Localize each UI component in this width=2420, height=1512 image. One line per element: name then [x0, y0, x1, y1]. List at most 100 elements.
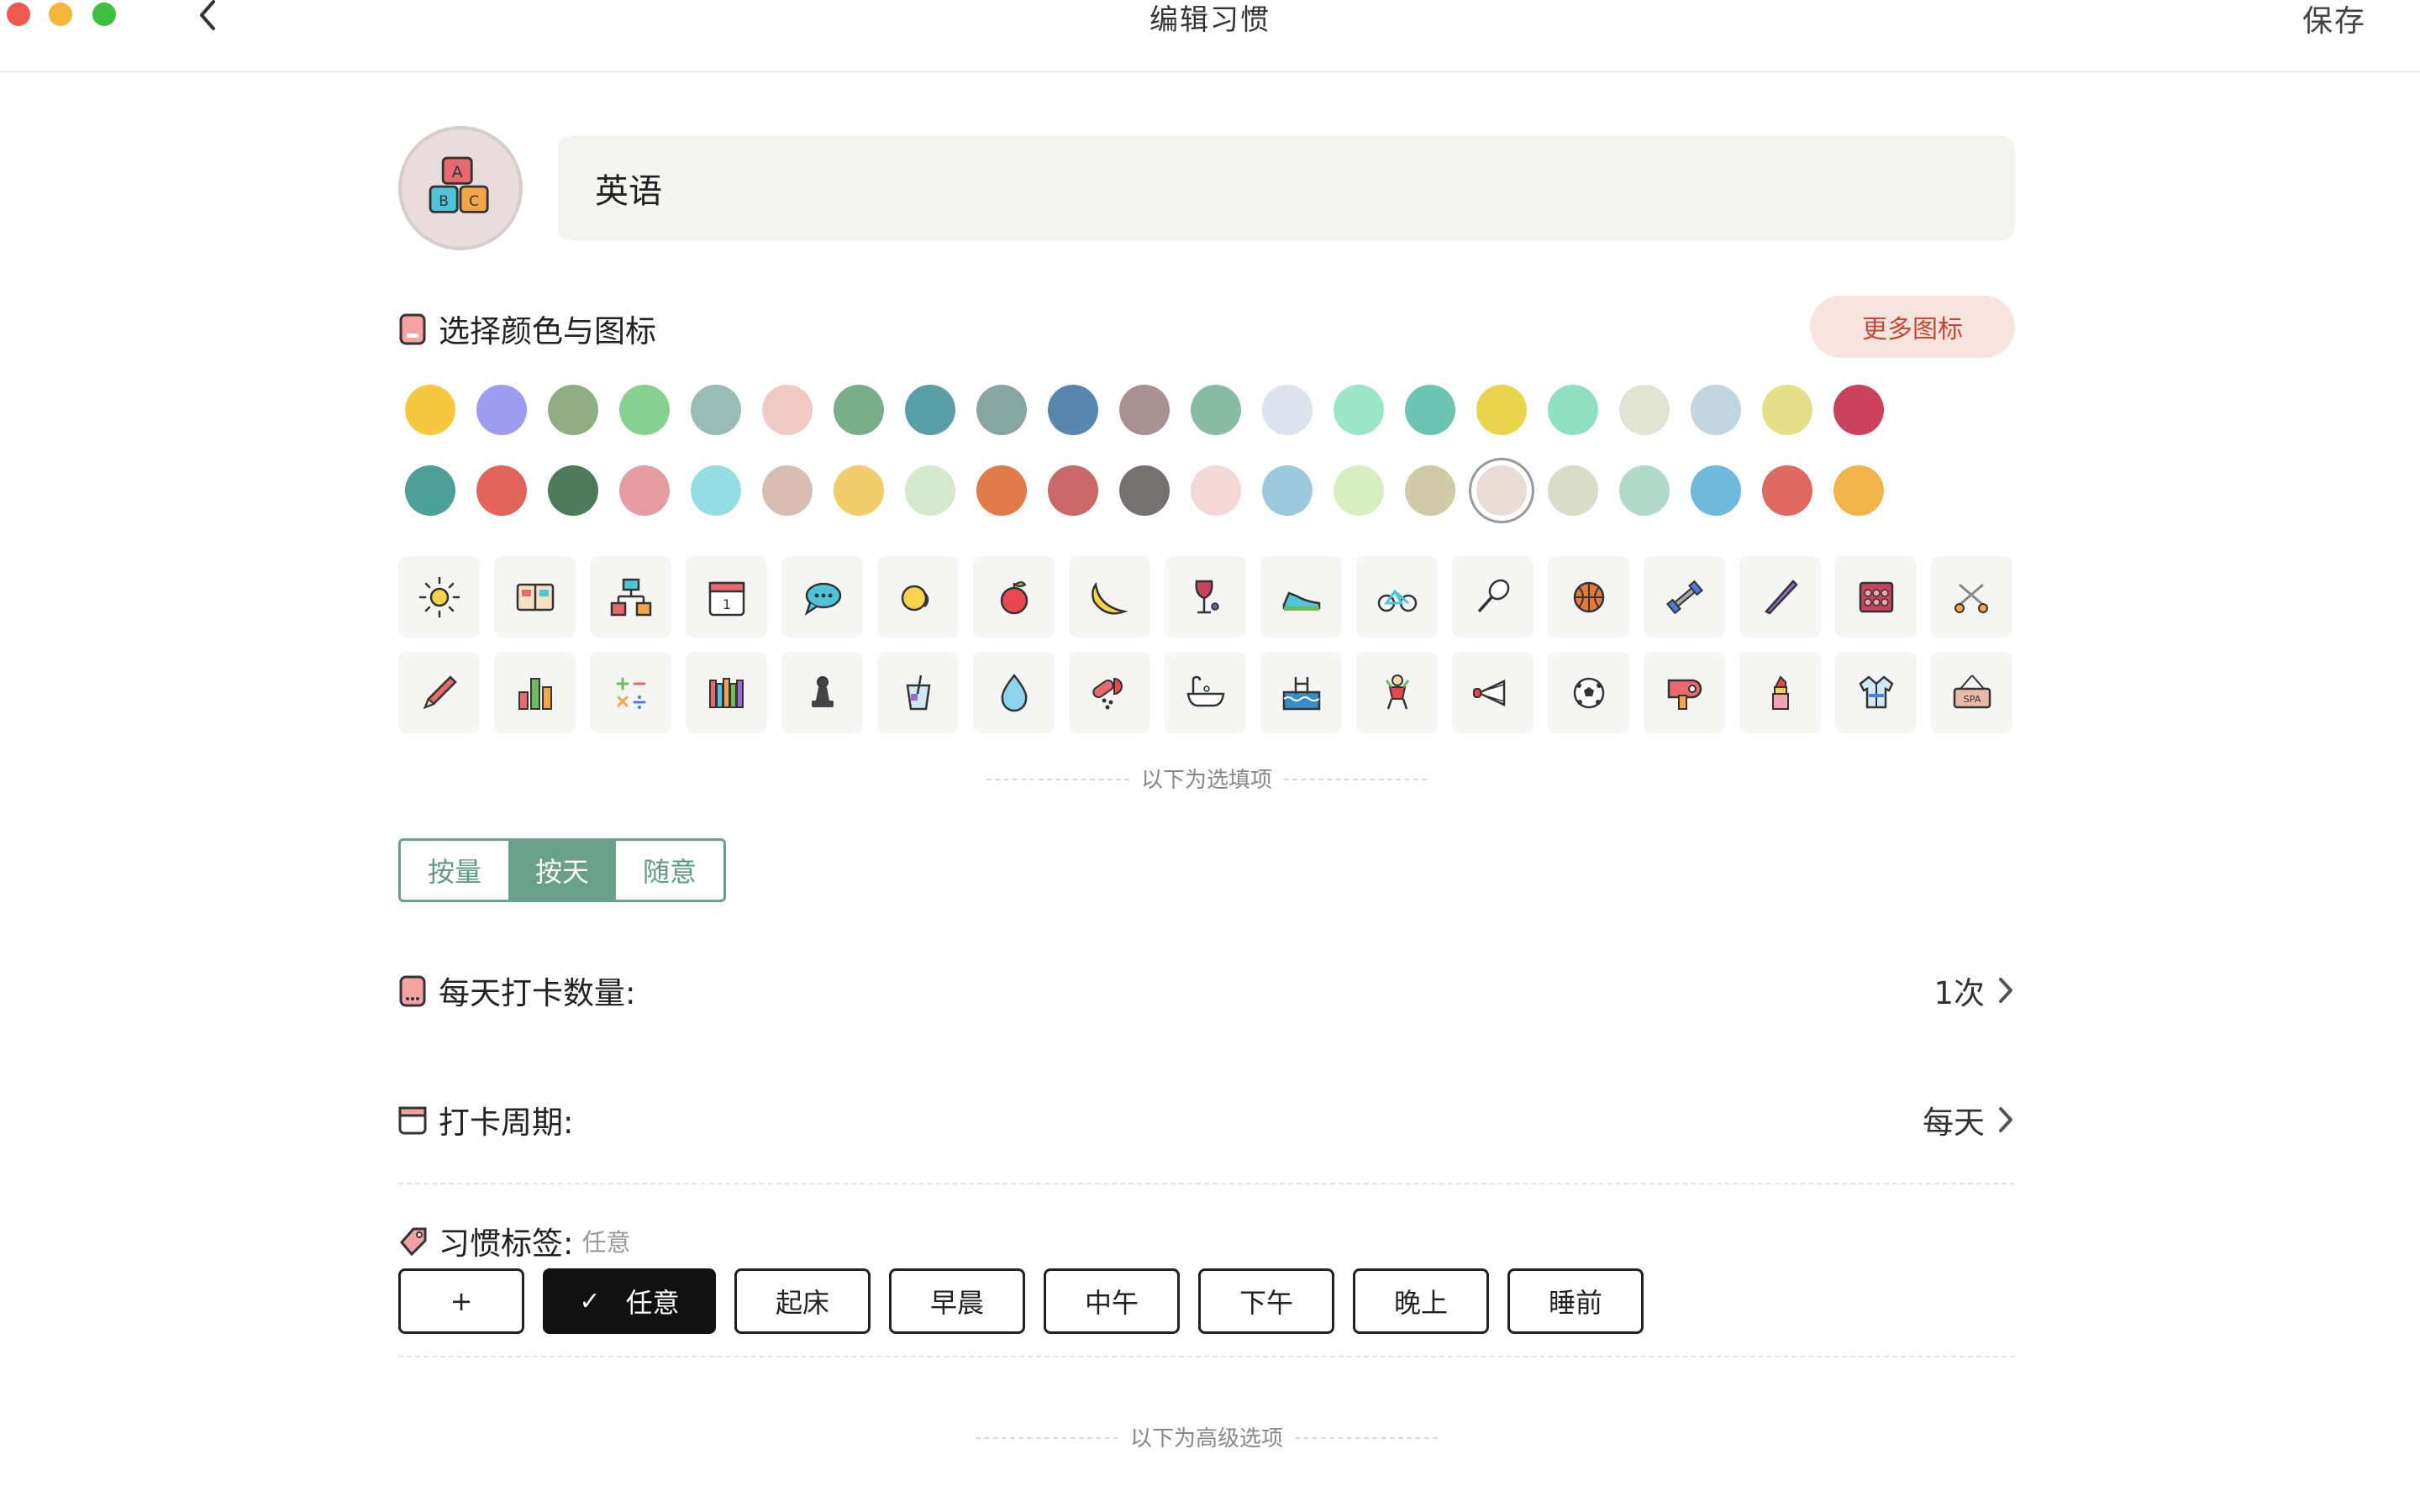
- icon-tile-wine[interactable]: [1165, 556, 1246, 638]
- color-swatch[interactable]: [476, 465, 527, 516]
- color-swatch[interactable]: [691, 385, 741, 435]
- color-swatch[interactable]: [1119, 465, 1170, 516]
- color-swatch[interactable]: [1405, 385, 1455, 435]
- period-label: 打卡周期:: [439, 1105, 574, 1141]
- basketball-icon: [1573, 581, 1604, 612]
- tag-wake-up[interactable]: 起床: [734, 1268, 871, 1334]
- tag-noon[interactable]: 中午: [1044, 1268, 1180, 1334]
- color-swatch[interactable]: [834, 465, 884, 516]
- color-swatch[interactable]: [976, 385, 1027, 435]
- icon-tile-bicycle[interactable]: [1356, 556, 1438, 638]
- icon-tile-spa-sign[interactable]: SPA: [1931, 652, 2012, 733]
- section-divider: [398, 1183, 2015, 1184]
- icon-tile-sun[interactable]: [398, 556, 480, 638]
- color-swatch[interactable]: [619, 385, 670, 435]
- bookshelf-icon: [708, 677, 744, 708]
- tag-morning[interactable]: 早晨: [889, 1268, 1025, 1334]
- period-selector[interactable]: 每天: [1923, 1097, 2015, 1142]
- color-swatch[interactable]: [1191, 385, 1241, 435]
- habit-avatar[interactable]: A B C: [398, 126, 523, 250]
- mode-tab-by-amount[interactable]: 按量: [401, 841, 508, 900]
- color-swatch[interactable]: [405, 465, 455, 516]
- icon-tile-calendar[interactable]: 1: [686, 556, 767, 638]
- color-swatch[interactable]: [1191, 465, 1241, 516]
- icon-tile-bathtub[interactable]: [1165, 652, 1246, 733]
- color-swatch[interactable]: [1691, 385, 1741, 435]
- icon-tile-apple[interactable]: [973, 556, 1055, 638]
- color-swatch[interactable]: [1405, 465, 1455, 516]
- color-swatch[interactable]: [1619, 465, 1670, 516]
- mode-tab-free[interactable]: 随意: [616, 841, 723, 900]
- add-tag-button[interactable]: +: [398, 1268, 524, 1334]
- daily-count-selector[interactable]: 1次: [1933, 968, 2015, 1013]
- icon-tile-pills[interactable]: [1069, 652, 1150, 733]
- color-swatch[interactable]: [1833, 465, 1884, 516]
- icon-tile-lipstick[interactable]: [1739, 652, 1821, 733]
- tag-before-sleep[interactable]: 睡前: [1507, 1268, 1644, 1334]
- icon-tile-chess-pawn[interactable]: [781, 652, 863, 733]
- icon-tile-bookshelf[interactable]: [686, 652, 767, 733]
- color-swatch[interactable]: [1334, 465, 1384, 516]
- color-swatch[interactable]: [691, 465, 741, 516]
- color-swatch[interactable]: [548, 465, 598, 516]
- icon-tile-cheerleader[interactable]: [1356, 652, 1438, 733]
- color-swatch[interactable]: [1548, 385, 1598, 435]
- icon-tile-scissors[interactable]: [1931, 556, 2012, 638]
- color-swatch[interactable]: [1762, 465, 1812, 516]
- mode-tab-by-day[interactable]: 按天: [508, 841, 616, 900]
- color-swatch[interactable]: [1262, 465, 1313, 516]
- habit-name-input[interactable]: [558, 136, 2015, 240]
- color-swatch[interactable]: [1048, 385, 1098, 435]
- icon-tile-chat[interactable]: [781, 556, 863, 638]
- icon-tile-shuttlecock[interactable]: [1452, 652, 1534, 733]
- tag-evening[interactable]: 晚上: [1353, 1268, 1489, 1334]
- sneaker-icon: [1282, 591, 1320, 611]
- save-button[interactable]: 保存: [2302, 0, 2366, 40]
- color-swatch[interactable]: [1833, 385, 1884, 435]
- icon-tile-palette[interactable]: [1835, 556, 1917, 638]
- icon-tile-hair-dryer[interactable]: [1644, 652, 1725, 733]
- icon-tile-racket[interactable]: [1452, 556, 1534, 638]
- icon-tile-hair-straightener[interactable]: [1739, 556, 1821, 638]
- color-swatch[interactable]: [1119, 385, 1170, 435]
- icon-tile-water-drop[interactable]: [973, 652, 1055, 733]
- color-swatch[interactable]: [1619, 385, 1670, 435]
- icon-tile-swimming-pool[interactable]: [1260, 652, 1342, 733]
- color-swatch[interactable]: [476, 385, 527, 435]
- icon-tile-sneaker[interactable]: [1260, 556, 1342, 638]
- color-swatch[interactable]: [1262, 385, 1313, 435]
- color-swatch[interactable]: [1334, 385, 1384, 435]
- color-swatch[interactable]: [1762, 385, 1812, 435]
- icon-tile-robe[interactable]: [1835, 652, 1917, 733]
- icon-tile-math[interactable]: [590, 652, 671, 733]
- icon-tile-lemon[interactable]: [877, 556, 959, 638]
- color-swatch[interactable]: [834, 385, 884, 435]
- color-swatch[interactable]: [905, 465, 955, 516]
- color-swatch[interactable]: [762, 465, 813, 516]
- color-swatch[interactable]: [1476, 465, 1527, 516]
- icon-tile-pencil[interactable]: [398, 652, 480, 733]
- tag-any[interactable]: ✓ 任意: [543, 1268, 716, 1334]
- icon-tile-chart[interactable]: [494, 652, 576, 733]
- color-swatch[interactable]: [1548, 465, 1598, 516]
- icon-tile-banana[interactable]: [1069, 556, 1150, 638]
- check-icon: ✓: [579, 1286, 601, 1316]
- color-swatch[interactable]: [548, 385, 598, 435]
- icon-tile-drink[interactable]: [877, 652, 959, 733]
- color-swatch[interactable]: [905, 385, 955, 435]
- color-swatch[interactable]: [1691, 465, 1741, 516]
- icon-tile-basketball[interactable]: [1548, 556, 1629, 638]
- icon-tile-soccer[interactable]: [1548, 652, 1629, 733]
- tag-afternoon[interactable]: 下午: [1198, 1268, 1334, 1334]
- icon-tile-dumbbell[interactable]: [1644, 556, 1725, 638]
- color-swatch[interactable]: [405, 385, 455, 435]
- color-swatch[interactable]: [762, 385, 813, 435]
- color-swatch[interactable]: [1048, 465, 1098, 516]
- color-swatch[interactable]: [976, 465, 1027, 516]
- more-icons-button[interactable]: 更多图标: [1810, 296, 2015, 358]
- color-swatch[interactable]: [619, 465, 670, 516]
- icon-tile-hierarchy[interactable]: [590, 556, 671, 638]
- color-swatch[interactable]: [1476, 385, 1527, 435]
- advanced-divider: 以下为高级选项: [398, 1421, 2015, 1452]
- icon-tile-book[interactable]: [494, 556, 576, 638]
